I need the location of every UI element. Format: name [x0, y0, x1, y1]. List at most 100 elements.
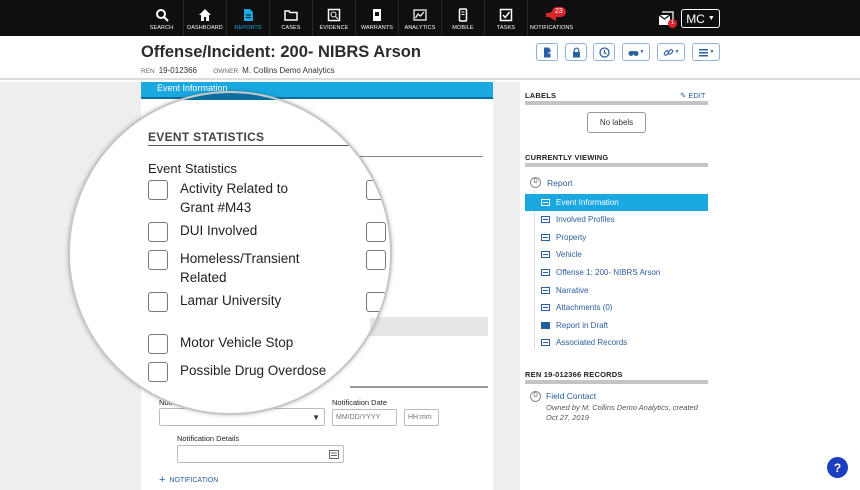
view-options-button[interactable]: ▼	[622, 43, 650, 61]
help-button[interactable]: ?	[827, 457, 848, 478]
record-header: Offense/Incident: 200- NIBRS Arson REN 19…	[0, 36, 860, 80]
hamburger-icon	[698, 48, 708, 56]
nav-item-attachments[interactable]: Attachments (0)	[525, 299, 708, 316]
nav-label: CASES	[281, 25, 301, 31]
page-title: Offense/Incident: 200- NIBRS Arson	[141, 43, 421, 61]
lock-icon	[572, 47, 580, 57]
nav-analytics[interactable]: ANALYTICS	[398, 0, 441, 36]
nav-label: SEARCH	[149, 25, 174, 31]
nav-label: NOTIFICATIONS	[529, 25, 574, 31]
ren-key: REN	[141, 68, 155, 75]
section-divider	[148, 145, 378, 146]
checkbox-right-column[interactable]	[366, 180, 386, 200]
nav-dashboard[interactable]: DASHBOARD	[183, 0, 226, 36]
user-initials: MC	[686, 11, 705, 26]
notification-date-label: Notification Date	[332, 398, 388, 407]
edit-labels-link[interactable]: ✎ EDIT	[680, 91, 705, 100]
checkbox-right-column[interactable]	[366, 222, 386, 242]
section-divider	[362, 156, 390, 157]
form-icon	[541, 234, 550, 241]
currently-viewing-rule	[525, 163, 708, 167]
record-meta: Owned by M. Collins Demo Analytics, crea…	[546, 403, 698, 422]
menu-button[interactable]: ▼	[692, 43, 720, 61]
nav-cases[interactable]: CASES	[269, 0, 312, 36]
edit-label: EDIT	[688, 91, 706, 100]
chevron-down-icon: ▼	[639, 49, 645, 55]
home-icon	[199, 9, 211, 21]
evidence-icon	[327, 8, 341, 22]
checkbox-activity-grant[interactable]	[148, 180, 168, 200]
add-notification-label: NOTIFICATION	[169, 477, 219, 484]
nav-item-involved-profiles[interactable]: Involved Profiles	[525, 211, 708, 228]
currently-viewing-heading: CURRENTLY VIEWING	[525, 153, 609, 162]
mobile-icon	[458, 8, 468, 22]
no-labels-button[interactable]: No labels	[587, 112, 646, 133]
nav-item-offense[interactable]: Offense 1: 200- NIBRS Arson	[525, 264, 708, 281]
caret-down-icon: ▼	[312, 413, 320, 422]
checkbox-motor-vehicle-stop[interactable]	[148, 334, 168, 354]
report-root-link[interactable]: D Report	[530, 177, 573, 188]
nav-item-narrative[interactable]: Narrative	[525, 282, 708, 299]
nav-item-property[interactable]: Property	[525, 229, 708, 246]
nav-notifications[interactable]: 23 NOTIFICATIONS	[527, 0, 575, 36]
notifications-badge: 23	[552, 7, 566, 17]
notification-details-input[interactable]	[177, 445, 344, 463]
nav-tasks[interactable]: TASKS	[484, 0, 527, 36]
nav-label: MOBILE	[452, 25, 474, 31]
nav-evidence[interactable]: EVIDENCE	[312, 0, 355, 36]
form-icon	[541, 287, 550, 294]
draft-badge: D	[530, 391, 541, 402]
clock-icon	[598, 46, 610, 58]
top-nav: SEARCH DASHBOARD REPORTS CASES EVIDENCE …	[0, 0, 860, 36]
chevron-down-icon: ▼	[674, 49, 680, 55]
export-button[interactable]	[536, 43, 558, 61]
nav-item-report-in-draft[interactable]: Report in Draft	[525, 317, 708, 334]
chevron-down-icon: ▼	[707, 15, 715, 22]
owner-key: OWNER	[213, 68, 239, 75]
analytics-icon	[413, 9, 427, 21]
tasks-icon	[499, 8, 513, 22]
nav-item-vehicle[interactable]: Vehicle	[525, 246, 708, 263]
nav-item-associated-records[interactable]: Associated Records	[525, 334, 708, 351]
history-button[interactable]	[593, 43, 615, 61]
labels-heading: LABELS	[525, 91, 557, 100]
checkbox-label: Lamar University	[180, 293, 282, 308]
labels-rule	[525, 101, 708, 105]
notification-time-input[interactable]	[404, 409, 439, 426]
checkbox-possible-drug-overdose[interactable]	[148, 362, 168, 382]
records-heading: REN 19-012366 RECORDS	[525, 370, 623, 379]
checkbox-dui-involved[interactable]	[148, 222, 168, 242]
checkbox-label: Homeless/Transient Related	[180, 251, 300, 285]
nav-search[interactable]: SEARCH	[140, 0, 183, 36]
lock-button[interactable]	[565, 43, 587, 61]
records-rule	[525, 380, 708, 384]
notification-date-input[interactable]	[332, 409, 397, 426]
checkbox-right-column[interactable]	[366, 250, 386, 270]
checkbox-homeless-transient[interactable]	[148, 250, 168, 270]
plus-icon: +	[159, 474, 166, 486]
nav-item-event-information[interactable]: Event Information	[525, 194, 708, 211]
form-icon	[541, 339, 550, 346]
link-button[interactable]: ▼	[657, 43, 685, 61]
section-title: EVENT STATISTICS	[148, 130, 265, 144]
record-link-field-contact[interactable]: Field Contact	[546, 391, 596, 401]
form-divider	[350, 386, 488, 388]
chevron-down-icon: ▼	[709, 49, 715, 55]
checkbox-label: Possible Drug Overdose	[180, 363, 327, 378]
nav-warrants[interactable]: WARRANTS	[355, 0, 398, 36]
user-menu-button[interactable]: MC ▼	[681, 9, 720, 28]
status-icon	[541, 322, 550, 329]
folder-icon	[284, 10, 298, 21]
checkbox-right-column[interactable]	[366, 292, 386, 312]
nav-label: ANALYTICS	[404, 25, 436, 31]
checkbox-label: Activity Related to Grant #M43	[180, 181, 289, 215]
checkbox-lamar-university[interactable]	[148, 292, 168, 312]
add-notification-link[interactable]: + NOTIFICATION	[159, 474, 218, 486]
nav-mobile[interactable]: MOBILE	[441, 0, 484, 36]
notification-details-label: Notification Details	[177, 434, 240, 443]
section-bar-underline	[70, 93, 390, 100]
checkbox-label: DUI Involved	[180, 223, 258, 238]
nav-reports[interactable]: REPORTS	[226, 0, 269, 36]
form-icon	[541, 216, 550, 223]
expand-text-icon[interactable]	[329, 450, 339, 459]
